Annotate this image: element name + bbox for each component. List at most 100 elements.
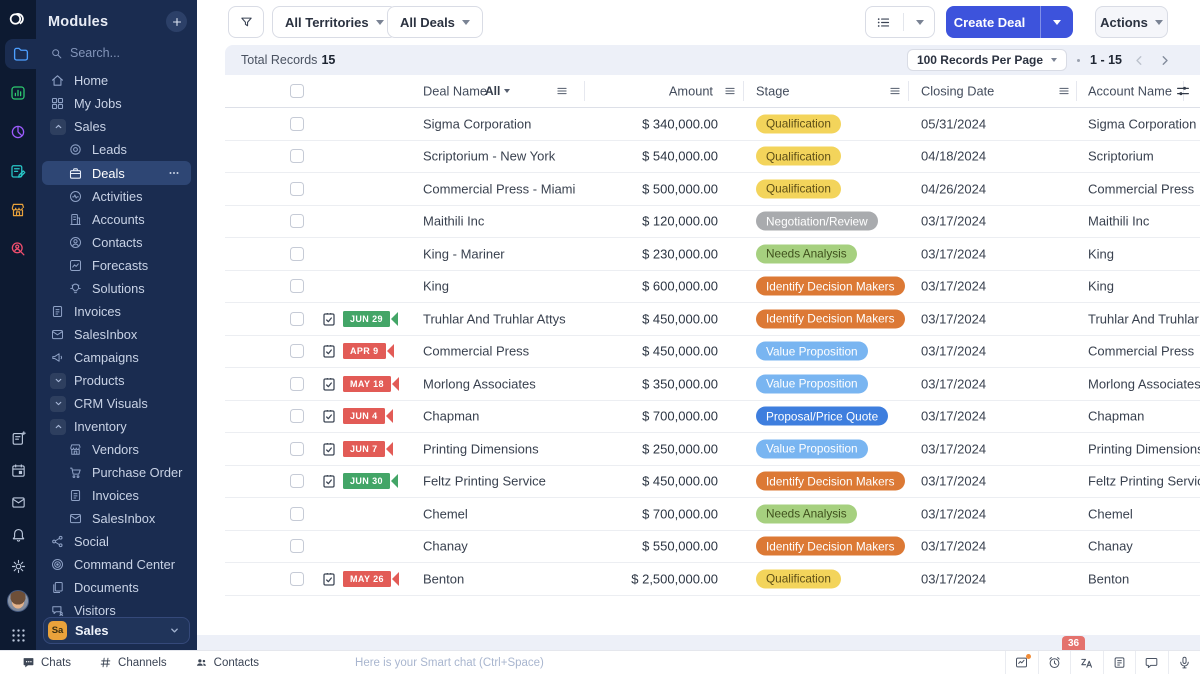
smart-chat-input[interactable]: Here is your Smart chat (Ctrl+Space): [355, 657, 544, 669]
sidebar-item-activities[interactable]: Activities: [36, 185, 197, 208]
deal-name-cell[interactable]: King: [423, 279, 449, 294]
column-header-closing-date[interactable]: Closing Date: [921, 84, 994, 99]
task-clipboard-check-icon[interactable]: [321, 343, 337, 359]
deal-name-cell[interactable]: Printing Dimensions: [423, 441, 539, 456]
chevron-down-icon[interactable]: [50, 373, 66, 389]
sidebar-item-salesinbox[interactable]: SalesInbox: [36, 507, 197, 530]
sidebar-item-accounts[interactable]: Accounts: [36, 208, 197, 231]
sidebar-item-invoices[interactable]: Invoices: [36, 300, 197, 323]
task-clipboard-check-icon[interactable]: [321, 441, 337, 457]
select-all-checkbox[interactable]: [290, 84, 304, 98]
rail-files-module-icon[interactable]: [5, 39, 36, 69]
sidebar-item-invoices[interactable]: Invoices: [36, 484, 197, 507]
activity-report-icon[interactable]: [1005, 651, 1038, 674]
rail-analytics-module-icon[interactable]: [2, 78, 34, 108]
table-row[interactable]: JUN 29Truhlar And Truhlar Attys$ 450,000…: [225, 303, 1200, 336]
chevron-up-icon[interactable]: [50, 119, 66, 135]
row-checkbox[interactable]: [290, 377, 304, 391]
amount-column-menu-icon[interactable]: [723, 84, 737, 98]
task-clipboard-check-icon[interactable]: [321, 408, 337, 424]
sidebar-item-products[interactable]: Products: [36, 369, 197, 392]
column-settings-icon[interactable]: [1175, 83, 1191, 99]
task-clipboard-check-icon[interactable]: [321, 473, 337, 489]
row-checkbox[interactable]: [290, 539, 304, 553]
chevron-down-icon[interactable]: [50, 396, 66, 412]
table-row[interactable]: JUN 7Printing Dimensions$ 250,000.00Valu…: [225, 433, 1200, 466]
deal-name-cell[interactable]: Commercial Press - Miami: [423, 181, 575, 196]
row-checkbox[interactable]: [290, 214, 304, 228]
table-row[interactable]: King$ 600,000.00Identify Decision Makers…: [225, 271, 1200, 304]
deal-name-cell[interactable]: Feltz Printing Service: [423, 474, 546, 489]
sidebar-item-social[interactable]: Social: [36, 530, 197, 553]
deal-name-cell[interactable]: Scriptorium - New York: [423, 149, 555, 164]
table-row[interactable]: Chemel$ 700,000.00Needs Analysis03/17/20…: [225, 498, 1200, 531]
stage-column-menu-icon[interactable]: [888, 84, 902, 98]
column-header-account-name[interactable]: Account Name: [1088, 84, 1172, 99]
rail-search-people-module-icon[interactable]: [2, 234, 34, 264]
table-row[interactable]: APR 9Commercial Press$ 450,000.00Value P…: [225, 336, 1200, 369]
unread-count-badge[interactable]: 36: [1062, 636, 1085, 650]
row-checkbox[interactable]: [290, 149, 304, 163]
rail-marketplace-module-icon[interactable]: [2, 195, 34, 225]
user-avatar[interactable]: [7, 590, 29, 612]
more-options-icon[interactable]: [167, 166, 181, 180]
row-checkbox[interactable]: [290, 312, 304, 326]
rail-notebook-module-icon[interactable]: [2, 156, 34, 186]
zoho-logo-icon[interactable]: [7, 8, 29, 30]
column-header-deal-name[interactable]: Deal Name: [423, 84, 487, 99]
next-page-button[interactable]: [1157, 53, 1172, 68]
deal-name-cell[interactable]: King - Mariner: [423, 246, 505, 261]
deal-name-cell[interactable]: Morlong Associates: [423, 376, 536, 391]
row-checkbox[interactable]: [290, 442, 304, 456]
deal-name-cell[interactable]: Chanay: [423, 539, 468, 554]
table-row[interactable]: JUN 4Chapman$ 700,000.00Proposal/Price Q…: [225, 401, 1200, 434]
microphone-icon[interactable]: [1168, 651, 1200, 674]
task-clipboard-check-icon[interactable]: [321, 376, 337, 392]
table-row[interactable]: King - Mariner$ 230,000.00Needs Analysis…: [225, 238, 1200, 271]
sidebar-item-deals[interactable]: Deals: [42, 161, 191, 185]
row-checkbox[interactable]: [290, 247, 304, 261]
rail-reports-module-icon[interactable]: [2, 117, 34, 147]
sidebar-item-documents[interactable]: Documents: [36, 576, 197, 599]
calendar-icon[interactable]: [10, 462, 27, 479]
chat-bubble-icon[interactable]: [1135, 651, 1168, 674]
filter-button[interactable]: [228, 6, 264, 38]
settings-gear-icon[interactable]: [10, 558, 27, 575]
sidebar-search-input[interactable]: Search...: [36, 38, 197, 69]
notes-icon[interactable]: [1103, 651, 1136, 674]
row-checkbox[interactable]: [290, 279, 304, 293]
deals-view-dropdown[interactable]: All Deals: [387, 6, 483, 38]
deal-name-cell[interactable]: Chemel: [423, 506, 468, 521]
sidebar-item-inventory[interactable]: Inventory: [36, 415, 197, 438]
deal-name-filter-dropdown[interactable]: All: [485, 84, 510, 98]
reminders-icon[interactable]: [1038, 651, 1071, 674]
sidebar-item-command-center[interactable]: Command Center: [36, 553, 197, 576]
compose-icon[interactable]: [10, 430, 27, 447]
column-header-amount[interactable]: Amount: [625, 84, 713, 99]
table-row[interactable]: MAY 26Benton$ 2,500,000.00Qualification0…: [225, 563, 1200, 596]
table-row[interactable]: Chanay$ 550,000.00Identify Decision Make…: [225, 531, 1200, 564]
notifications-bell-icon[interactable]: [10, 526, 27, 543]
previous-page-button[interactable]: [1132, 53, 1147, 68]
chats-tab[interactable]: Chats: [22, 656, 71, 669]
column-header-stage[interactable]: Stage: [756, 84, 789, 99]
deal-name-cell[interactable]: Sigma Corporation: [423, 116, 531, 131]
row-checkbox[interactable]: [290, 117, 304, 131]
table-row[interactable]: JUN 30Feltz Printing Service$ 450,000.00…: [225, 466, 1200, 499]
task-clipboard-check-icon[interactable]: [321, 571, 337, 587]
sidebar-item-campaigns[interactable]: Campaigns: [36, 346, 197, 369]
workspace-selector[interactable]: Sa Sales: [43, 617, 190, 644]
channels-tab[interactable]: Channels: [99, 656, 167, 669]
mail-icon[interactable]: [10, 494, 27, 511]
sidebar-item-my-jobs[interactable]: My Jobs: [36, 92, 197, 115]
table-row[interactable]: Commercial Press - Miami$ 500,000.00Qual…: [225, 173, 1200, 206]
deal-name-cell[interactable]: Maithili Inc: [423, 214, 484, 229]
list-display-mode-dropdown[interactable]: [865, 6, 935, 38]
apps-grid-icon[interactable]: [10, 627, 27, 644]
actions-dropdown[interactable]: Actions: [1095, 6, 1168, 38]
sidebar-item-leads[interactable]: Leads: [36, 138, 197, 161]
territories-filter-dropdown[interactable]: All Territories: [272, 6, 397, 38]
deal-name-column-menu-icon[interactable]: [555, 84, 569, 98]
deal-name-cell[interactable]: Commercial Press: [423, 344, 529, 359]
row-checkbox[interactable]: [290, 344, 304, 358]
